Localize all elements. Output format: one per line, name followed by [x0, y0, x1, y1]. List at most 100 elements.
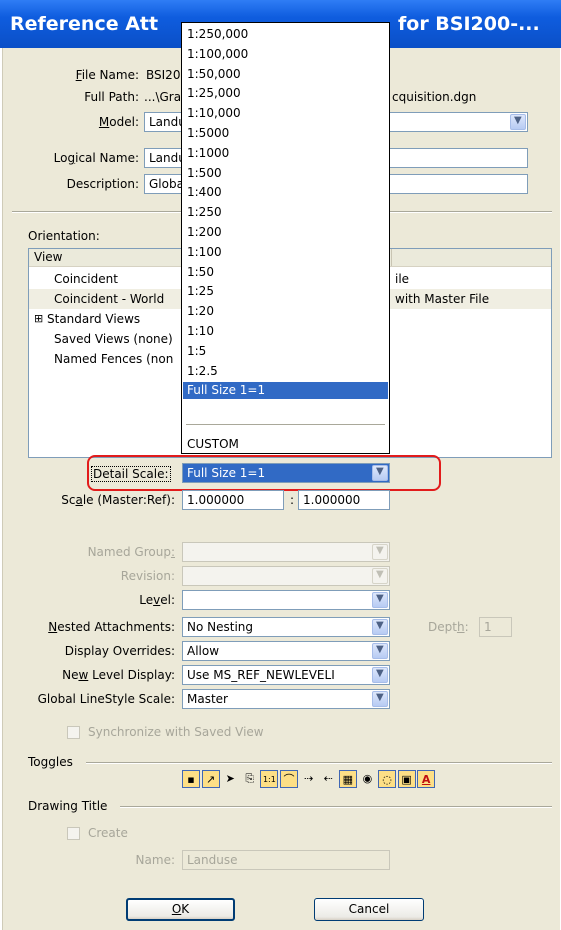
chevron-down-icon: ▼ — [376, 644, 384, 655]
detail-scale-dropdown-list[interactable]: 1:250,000 1:100,000 1:50,000 1:25,000 1:10,0… — [181, 22, 390, 454]
expand-icon[interactable]: ⊞ — [34, 312, 43, 325]
global-linestyle-combo[interactable]: Master ▼ — [182, 689, 390, 709]
list-item-name: Coincident - World — [54, 292, 165, 306]
window-title-right: for BSI200-... — [398, 13, 540, 35]
view-column-header: View — [34, 250, 63, 264]
window-title-left: Reference Att — [10, 13, 159, 35]
locate-arrow-icon[interactable]: ➤ — [221, 770, 239, 788]
light-bulb-icon[interactable]: ◌ — [378, 770, 396, 788]
model-dropdown-button[interactable]: ▼ — [510, 114, 526, 130]
dropdown-option[interactable]: 1:10,000 — [183, 105, 388, 122]
revision-label: Revision: — [120, 569, 175, 583]
global-linestyle-dropdown-button[interactable]: ▼ — [372, 691, 388, 707]
create-label: Create — [88, 826, 128, 840]
dropdown-option[interactable]: 1:200 — [183, 224, 388, 241]
snap-toggle-icon[interactable]: ↗ — [201, 770, 220, 788]
grid-icon[interactable]: ▦ — [338, 770, 357, 788]
chevron-down-icon: ▼ — [376, 569, 384, 580]
dropdown-option[interactable]: 1:10 — [183, 323, 388, 340]
named-group-label: Named Group: — [87, 545, 175, 559]
display-overrides-combo[interactable]: Allow ▼ — [182, 641, 390, 661]
synchronize-checkbox[interactable] — [67, 726, 80, 739]
nested-attachments-value: No Nesting — [187, 620, 254, 634]
revision-combo[interactable]: ▼ — [182, 566, 390, 586]
model-label: Model: — [98, 115, 139, 129]
new-level-display-combo[interactable]: Use MS_REF_NEWLEVELI ▼ — [182, 665, 390, 685]
file-name-label: File Name: — [75, 68, 139, 82]
dropdown-option[interactable]: 1:20 — [183, 303, 388, 320]
nested-attachments-combo[interactable]: No Nesting ▼ — [182, 617, 390, 637]
drawing-name-input[interactable]: Landuse — [182, 850, 390, 870]
text-color-icon[interactable]: A — [417, 770, 436, 788]
level-label: Level: — [139, 593, 175, 607]
chevron-down-icon: ▼ — [376, 545, 384, 556]
dropdown-option[interactable]: 1:5 — [183, 343, 388, 360]
dropdown-option[interactable]: 1:100 — [183, 244, 388, 261]
drawing-title-separator — [120, 806, 552, 808]
dropdown-option[interactable]: 1:5000 — [183, 125, 388, 142]
lock-toggle-icon[interactable]: ⎘ — [241, 770, 259, 788]
dropdown-option[interactable]: 1:500 — [183, 165, 388, 182]
display-overrides-label: Display Overrides: — [64, 644, 175, 658]
description-label: Description: — [66, 177, 139, 191]
drawing-name-label: Name: — [135, 853, 175, 867]
dropdown-option[interactable]: 1:1000 — [183, 145, 388, 162]
orientation-label: Orientation: — [28, 229, 100, 243]
named-group-dropdown-button[interactable]: ▼ — [372, 544, 388, 560]
toggles-separator — [86, 762, 552, 764]
scale-ref-input[interactable]: 1.000000 — [298, 490, 390, 510]
ok-button[interactable]: OK — [126, 898, 235, 921]
new-level-display-dropdown-button[interactable]: ▼ — [372, 667, 388, 683]
dropdown-option-custom[interactable]: CUSTOM — [183, 436, 388, 453]
clip-icon[interactable]: ▣ — [397, 770, 416, 788]
list-item-name: Coincident — [54, 272, 118, 286]
list-item-desc: ile — [395, 272, 410, 286]
chevron-down-icon: ▼ — [376, 620, 384, 631]
dropdown-option[interactable]: 1:100,000 — [183, 46, 388, 63]
new-level-display-label: New Level Display: — [62, 668, 175, 682]
dropdown-option[interactable]: Full Size 1=1 — [183, 382, 388, 400]
display-overrides-value: Allow — [187, 644, 220, 658]
dropdown-option[interactable]: 1:400 — [183, 184, 388, 201]
dropdown-option[interactable]: 1:250 — [183, 204, 388, 221]
file-name-value: BSI20 — [146, 68, 181, 82]
level-combo[interactable]: ▼ — [182, 590, 390, 610]
chevron-down-icon: ▼ — [376, 692, 384, 703]
dropdown-option[interactable]: 1:50,000 — [183, 66, 388, 83]
treat-as-element-icon[interactable]: ⇠ — [319, 770, 337, 788]
dropdown-option[interactable]: 1:25 — [183, 283, 388, 300]
full-path-value: ...\Gra — [144, 90, 182, 104]
chevron-down-icon: ▼ — [376, 668, 384, 679]
ignore-attachment-icon[interactable]: ⇢ — [300, 770, 318, 788]
display-toggle-icon[interactable]: ▪ — [182, 770, 200, 788]
scale-master-input[interactable]: 1.000000 — [182, 490, 284, 510]
column-divider — [391, 249, 392, 266]
scale-label: Scale (Master:Ref): — [61, 493, 175, 507]
scale-lines-icon[interactable]: 1:1 — [260, 770, 279, 788]
synchronize-label: Synchronize with Saved View — [88, 725, 264, 739]
revision-dropdown-button[interactable]: ▼ — [372, 568, 388, 584]
create-checkbox[interactable] — [67, 827, 80, 840]
level-dropdown-button[interactable]: ▼ — [372, 592, 388, 608]
cancel-button[interactable]: Cancel — [314, 898, 424, 921]
named-group-combo[interactable]: ▼ — [182, 542, 390, 562]
display-overrides-dropdown-button[interactable]: ▼ — [372, 643, 388, 659]
dropdown-option[interactable]: 1:2.5 — [183, 363, 388, 380]
logical-name-label: Logical Name: — [53, 151, 139, 165]
global-linestyle-label: Global LineStyle Scale: — [37, 692, 175, 706]
fill-icon[interactable]: ◉ — [358, 770, 376, 788]
toggles-label: Toggles — [28, 755, 73, 769]
linestyle-toggle-icon[interactable]: ⌒ — [280, 770, 298, 788]
depth-input[interactable]: 1 — [479, 617, 512, 637]
nested-dropdown-button[interactable]: ▼ — [372, 619, 388, 635]
new-level-display-value: Use MS_REF_NEWLEVELI — [187, 668, 335, 682]
full-path-label: Full Path: — [84, 90, 139, 104]
dropdown-option[interactable]: 1:50 — [183, 264, 388, 281]
dropdown-separator — [186, 424, 385, 425]
full-path-suffix: cquisition.dgn — [392, 90, 477, 104]
list-item-desc: with Master File — [395, 292, 490, 306]
dropdown-option[interactable]: 1:250,000 — [183, 26, 388, 43]
dropdown-option[interactable]: 1:25,000 — [183, 85, 388, 102]
global-linestyle-value: Master — [187, 692, 228, 706]
chevron-down-icon: ▼ — [514, 115, 522, 126]
